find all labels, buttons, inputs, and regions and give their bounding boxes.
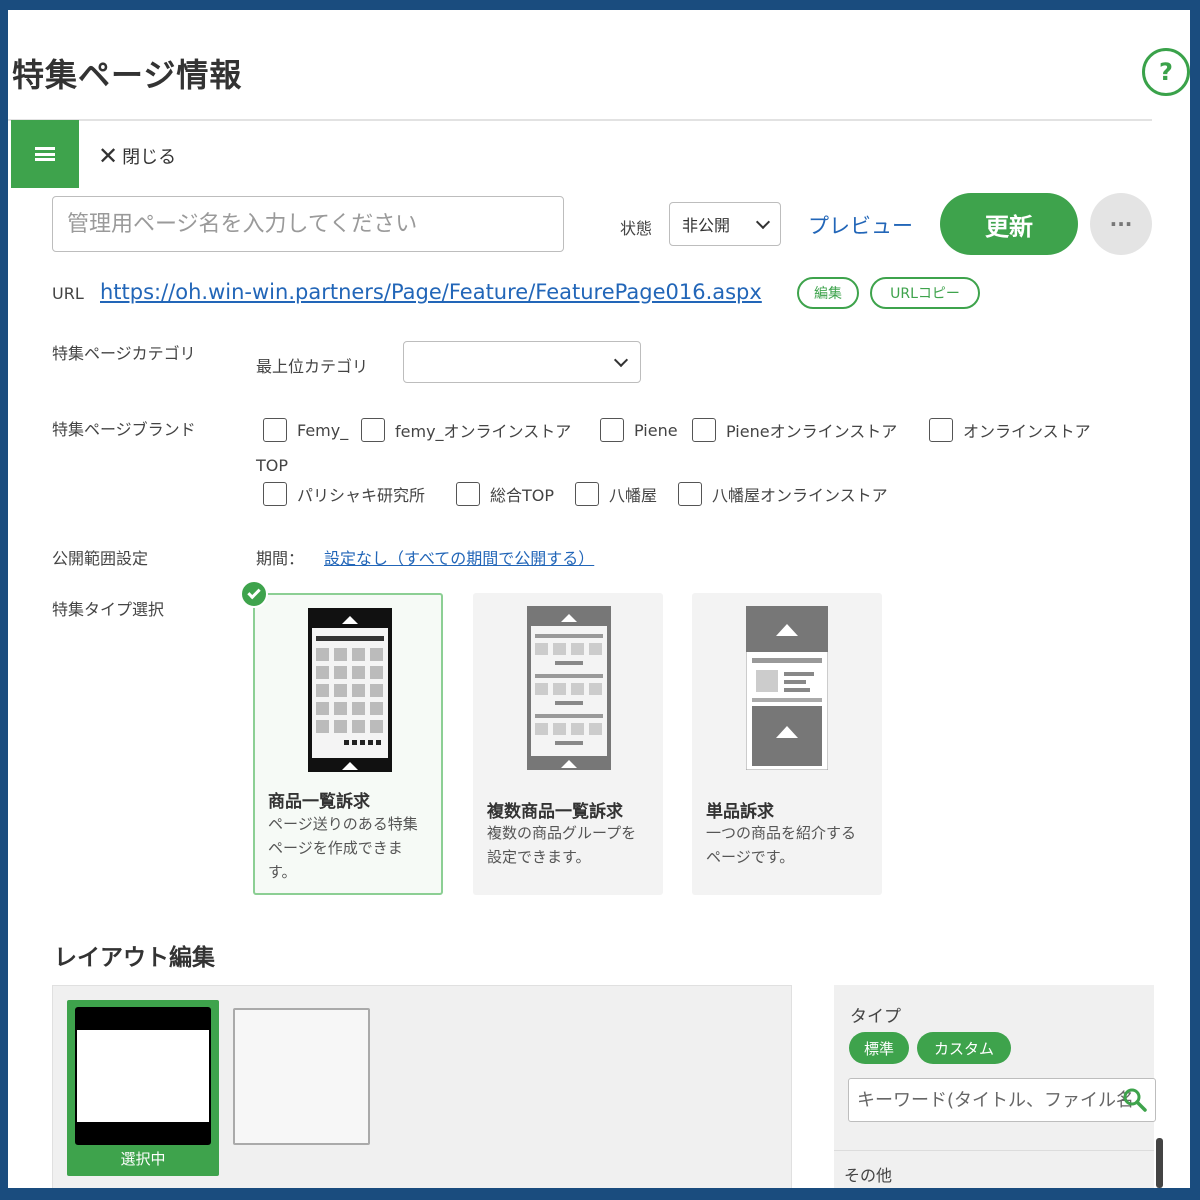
checkbox[interactable] <box>263 418 287 442</box>
brand-checkbox-femy-store[interactable]: femy_オンラインストア <box>361 418 571 442</box>
brand-checkbox-label: Pieneオンラインストア <box>726 422 898 441</box>
close-label: 閉じる <box>122 147 177 168</box>
brand-checkbox-yawataya-store[interactable]: 八幡屋オンラインストア <box>678 482 888 506</box>
checkbox[interactable] <box>263 482 287 506</box>
card-description: 一つの商品を紹介する ページです。 <box>706 824 857 866</box>
side-scrollbar[interactable] <box>1156 1138 1163 1188</box>
multi-product-list-layout-icon <box>527 606 611 770</box>
brand-checkbox-label: オンラインストア <box>963 422 1091 441</box>
filter-custom-button[interactable]: カスタム <box>917 1032 1011 1064</box>
period-setting-link[interactable]: 設定なし（すべての期間で公開する） <box>324 545 594 569</box>
url-link[interactable]: https://oh.win-win.partners/Page/Feature… <box>100 280 762 304</box>
help-icon: ? <box>1159 58 1173 86</box>
checkbox[interactable] <box>575 482 599 506</box>
close-button[interactable]: ✕ 閉じる <box>98 142 176 170</box>
checkbox[interactable] <box>929 418 953 442</box>
brand-checkbox-label: 八幡屋オンラインストア <box>712 486 888 505</box>
brand-label: 特集ページブランド <box>52 420 196 439</box>
type-card-multi-product-list[interactable]: 複数商品一覧訴求 複数の商品グループを 設定できます。 <box>473 593 663 895</box>
status-label: 状態 <box>620 219 653 238</box>
brand-checkbox-label: パリシャキ研究所 <box>297 486 426 505</box>
title-divider <box>8 119 1152 121</box>
help-button[interactable]: ? <box>1142 48 1190 96</box>
layout-thumbnail-body <box>77 1030 209 1122</box>
checkbox[interactable] <box>600 418 624 442</box>
period-label: 期間： <box>256 549 305 568</box>
checkbox[interactable] <box>678 482 702 506</box>
status-value: 非公開 <box>682 216 731 235</box>
check-icon <box>240 580 268 608</box>
card-title: 単品訴求 <box>706 802 774 822</box>
search-icon[interactable] <box>1122 1087 1148 1113</box>
feature-type-label: 特集タイプ選択 <box>52 600 165 619</box>
chevron-down-icon <box>755 214 771 229</box>
preview-link[interactable]: プレビュー <box>808 210 913 240</box>
page-title: 特集ページ情報 <box>12 56 243 94</box>
close-icon: ✕ <box>98 142 119 170</box>
brand-checkbox-label: Femy_ <box>297 420 349 440</box>
url-copy-button[interactable]: URLコピー <box>870 277 980 309</box>
url-label: URL <box>52 284 84 303</box>
brand-checkbox-yawataya[interactable]: 八幡屋 <box>575 482 657 506</box>
brand-checkbox-label: 総合TOP <box>490 486 555 505</box>
brand-checkbox-label: femy_オンラインストア <box>395 422 572 441</box>
type-card-single-product[interactable]: 単品訴求 一つの商品を紹介する ページです。 <box>692 593 882 895</box>
brand-checkbox-sogo-top[interactable]: 総合TOP <box>456 482 554 506</box>
menu-button[interactable] <box>11 120 79 188</box>
single-product-layout-icon <box>746 606 828 770</box>
card-title: 複数商品一覧訴求 <box>487 802 623 822</box>
publish-range-label: 公開範囲設定 <box>52 549 149 568</box>
update-button[interactable]: 更新 <box>940 193 1078 255</box>
chevron-down-icon <box>613 352 629 367</box>
card-description: 複数の商品グループを 設定できます。 <box>487 824 637 866</box>
status-select[interactable]: 非公開 <box>669 202 781 246</box>
layout-edit-title: レイアウト編集 <box>54 945 215 971</box>
category-label: 特集ページカテゴリ <box>52 344 196 363</box>
brand-checkbox-online-store-top[interactable]: オンラインストア <box>929 418 1091 442</box>
page-name-input[interactable] <box>52 196 564 252</box>
brand-checkbox-piene-store[interactable]: Pieneオンラインストア <box>692 418 897 442</box>
top-category-label: 最上位カテゴリ <box>256 357 369 376</box>
side-divider <box>834 1150 1154 1151</box>
keyword-search-input[interactable] <box>848 1078 1156 1122</box>
brand-label-wrap: TOP <box>256 456 289 475</box>
card-description: ページ送りのある特集 ページを作成できま す。 <box>268 815 418 881</box>
url-edit-button[interactable]: 編集 <box>797 277 859 309</box>
brand-checkbox-piene[interactable]: Piene <box>600 418 678 442</box>
more-options-button[interactable]: ··· <box>1090 193 1152 255</box>
brand-checkbox-femy[interactable]: Femy_ <box>263 418 348 442</box>
brand-checkbox-label: 八幡屋 <box>609 486 658 505</box>
brand-checkbox-parishaki[interactable]: パリシャキ研究所 <box>263 482 425 506</box>
type-card-product-list[interactable]: 商品一覧訴求 ページ送りのある特集 ページを作成できま す。 <box>253 593 443 895</box>
type-filter-label: タイプ <box>850 1007 901 1027</box>
other-category-label: その他 <box>844 1166 893 1185</box>
hamburger-icon <box>35 147 55 161</box>
checkbox[interactable] <box>692 418 716 442</box>
checkbox[interactable] <box>456 482 480 506</box>
app-frame: 特集ページ情報 ? ✕ 閉じる 状態 非公開 プレビュー 更新 ··· URL … <box>8 10 1190 1188</box>
filter-standard-button[interactable]: 標準 <box>849 1032 909 1064</box>
selected-label: 選択中 <box>120 1150 166 1168</box>
brand-checkbox-label: Piene <box>634 420 678 440</box>
card-title: 商品一覧訴求 <box>268 792 370 812</box>
layout-option-empty[interactable] <box>233 1008 370 1145</box>
ellipsis-icon: ··· <box>1109 212 1133 236</box>
top-category-select[interactable] <box>403 341 641 383</box>
checkbox[interactable] <box>361 418 385 442</box>
product-list-layout-icon <box>308 608 392 772</box>
